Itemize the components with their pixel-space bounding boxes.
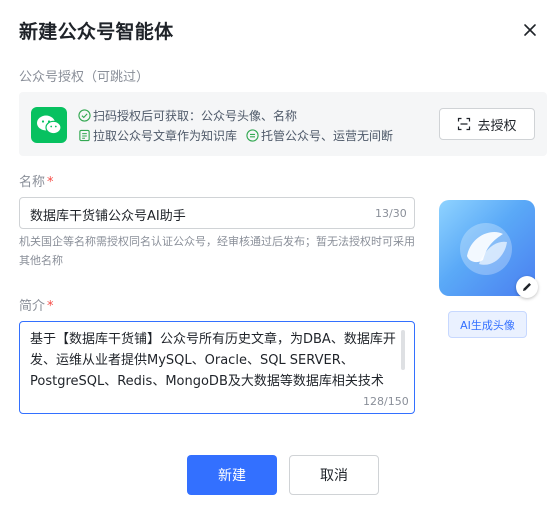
auth-section-label: 公众号授权（可跳过） [19, 70, 150, 85]
name-field-label: 名称 * [19, 171, 54, 190]
create-agent-dialog: 新建公众号智能体 公众号授权（可跳过） 扫码授权后可获取：公众号头像、名称 拉取… [0, 0, 559, 512]
avatar-graphic [460, 223, 512, 275]
intro-label-text: 简介 [19, 299, 46, 314]
intro-textarea-value: 基于【数据库干货铺】公众号所有历史文章，为DBA、数据库开发、运维从业者提供My… [30, 332, 396, 389]
intro-textarea[interactable]: 基于【数据库干货铺】公众号所有历史文章，为DBA、数据库开发、运维从业者提供My… [19, 321, 415, 414]
auth-panel: 扫码授权后可获取：公众号头像、名称 拉取公众号文章作为知识库 托管公众号、运营无… [19, 92, 547, 156]
name-char-count: 13/30 [375, 207, 407, 220]
document-icon [79, 129, 90, 142]
create-button[interactable]: 新建 [187, 455, 277, 495]
wechat-icon [31, 107, 67, 143]
pencil-icon[interactable] [516, 276, 538, 298]
auth-feature-text: 托管公众号、运营无间断 [261, 129, 394, 143]
textarea-scrollbar[interactable] [401, 330, 405, 370]
check-circle-icon [78, 109, 91, 122]
name-label-text: 名称 [19, 175, 46, 190]
auth-feature-hosting: 托管公众号、运营无间断 [246, 127, 393, 144]
authorize-button[interactable]: 去授权 [439, 108, 535, 140]
dialog-title: 新建公众号智能体 [19, 21, 174, 43]
auth-feature-avatar-name: 扫码授权后可获取：公众号头像、名称 [78, 107, 297, 124]
name-field-hint: 机关国企等名称需授权同名认证公众号，经审核通过后发布；暂无法授权时可采用其他名称 [19, 235, 415, 267]
authorize-button-label: 去授权 [477, 118, 517, 134]
auth-feature-text: 扫码授权后可获取：公众号头像、名称 [93, 109, 298, 123]
auth-feature-text: 拉取公众号文章作为知识库 [93, 129, 238, 143]
name-input[interactable]: 数据库干货铺公众号AI助手 13/30 [19, 197, 415, 229]
cancel-button[interactable]: 取消 [289, 455, 379, 495]
intro-field-label: 简介 * [19, 295, 54, 314]
equal-circle-icon [246, 129, 259, 142]
required-mark: * [47, 175, 54, 190]
ai-generate-avatar-button[interactable]: AI生成头像 [448, 311, 527, 338]
close-icon[interactable] [520, 20, 540, 40]
required-mark: * [47, 299, 54, 314]
name-input-value: 数据库干货铺公众号AI助手 [30, 209, 186, 224]
auth-feature-knowledge: 拉取公众号文章作为知识库 [78, 127, 237, 144]
intro-char-count: 128/150 [363, 395, 409, 408]
scan-icon [458, 117, 471, 131]
